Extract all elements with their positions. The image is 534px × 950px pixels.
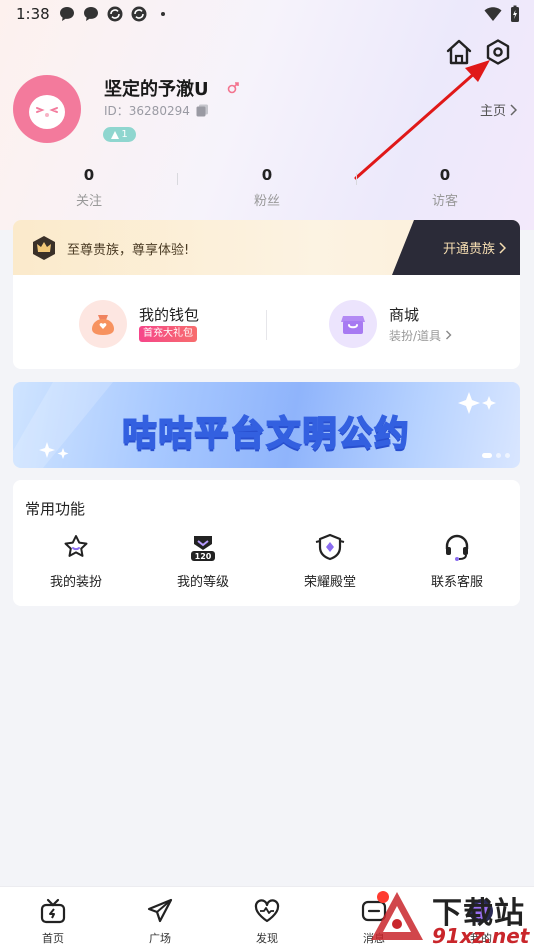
status-time: 1:38: [16, 5, 50, 23]
paper-plane-icon: [147, 898, 173, 923]
open-vip-label: 开通贵族: [442, 242, 495, 257]
vip-text: 至尊贵族，尊享体验!: [67, 243, 190, 258]
nav-label: 发现: [256, 932, 278, 945]
stat-visitors[interactable]: 0 访客: [395, 166, 495, 209]
stat-fans[interactable]: 0 粉丝: [217, 166, 317, 209]
chat-bubble-icon: [82, 5, 100, 23]
level-badge: 1: [103, 127, 136, 142]
watermark-emblem-icon: [371, 892, 423, 940]
following-count: 0: [83, 166, 95, 184]
visitors-label: 访客: [431, 194, 458, 209]
level-number: 1: [121, 129, 128, 140]
battery-icon: [510, 5, 520, 27]
convention-banner[interactable]: 咕咕平台文明公约: [13, 382, 520, 468]
svg-text:120: 120: [195, 552, 212, 561]
mall-title: 商城: [389, 306, 420, 324]
function-label: 联系客服: [430, 575, 483, 590]
chevron-right-icon: [499, 241, 506, 254]
nav-square[interactable]: 广场: [130, 897, 190, 946]
banner-title: 咕咕平台文明公约: [122, 413, 411, 455]
shop-icon: [329, 300, 377, 348]
watermark-url: 91xz.net: [432, 924, 530, 948]
function-honor-hall[interactable]: 荣耀殿堂: [275, 532, 385, 594]
wallet-title: 我的钱包: [139, 306, 200, 324]
chat-bubble-icon: [58, 5, 76, 23]
more-dot-icon: [154, 5, 172, 23]
card-divider: [266, 310, 267, 340]
function-label: 荣耀殿堂: [303, 575, 356, 590]
homepage-link[interactable]: 主页: [480, 100, 518, 119]
first-recharge-tag: 首充大礼包: [139, 326, 197, 342]
status-bar: 1:38: [0, 0, 534, 30]
settings-button[interactable]: [484, 38, 512, 66]
function-my-level[interactable]: 120 我的等级: [148, 532, 258, 594]
vip-banner[interactable]: 至尊贵族，尊享体验! 开通贵族: [13, 220, 520, 275]
stat-divider: [356, 173, 357, 185]
system-status: [484, 5, 520, 27]
carousel-dot: [505, 453, 510, 458]
homepage-label: 主页: [480, 104, 507, 119]
mall-entry[interactable]: 商城 装扮/道具: [329, 300, 519, 350]
chevron-right-icon: [510, 103, 518, 116]
tv-icon: [40, 898, 66, 924]
nav-home[interactable]: 首页: [23, 897, 83, 946]
stat-divider: [177, 173, 178, 185]
dress-star-icon: [64, 535, 88, 557]
function-my-dress[interactable]: 我的装扮: [21, 532, 131, 594]
nav-discover[interactable]: 发现: [237, 897, 297, 946]
notification-icons: [58, 5, 172, 23]
nav-label: 首页: [42, 932, 64, 945]
sync-icon: [106, 5, 124, 23]
wifi-icon: [484, 6, 502, 26]
sync-icon: [130, 5, 148, 23]
gender-badge-icon: [226, 80, 240, 94]
watermark-logo: 下载站 91xz.net: [360, 888, 534, 950]
vip-wallet-card: 至尊贵族，尊享体验! 开通贵族 我的钱包 首充大礼包 商城 装扮/道具: [13, 220, 520, 369]
honor-shield-icon: [315, 533, 345, 561]
mall-subtitle: 装扮/道具: [389, 329, 442, 343]
function-label: 我的等级: [176, 575, 229, 590]
carousel-dot-active: [482, 453, 492, 458]
fans-label: 粉丝: [253, 194, 280, 209]
fans-count: 0: [261, 166, 273, 184]
common-functions-card: 常用功能 我的装扮 120 我的等级 荣耀殿堂 联系客服: [13, 480, 520, 606]
visitors-count: 0: [439, 166, 451, 184]
following-label: 关注: [75, 194, 102, 209]
carousel-indicator: [482, 453, 510, 458]
headset-icon: [445, 534, 469, 561]
house-icon: [446, 39, 472, 65]
wallet-entry[interactable]: 我的钱包 首充大礼包: [79, 300, 279, 350]
chevron-right-icon: [445, 330, 452, 340]
crown-icon: [31, 235, 57, 261]
user-id: ID：36280294: [104, 104, 190, 118]
level-icon: [111, 130, 120, 139]
bird-avatar-icon: [29, 95, 65, 129]
gear-icon: [486, 39, 510, 65]
level-badge-icon: 120: [191, 536, 215, 561]
wallet-icon: [79, 300, 127, 348]
nav-label: 广场: [149, 932, 171, 945]
functions-title: 常用功能: [25, 500, 86, 518]
home-button[interactable]: [444, 38, 474, 66]
open-vip-button[interactable]: 开通贵族: [392, 220, 520, 275]
carousel-dot: [496, 453, 501, 458]
mall-subtitle-row: 装扮/道具: [389, 327, 452, 344]
stat-following[interactable]: 0 关注: [39, 166, 139, 209]
function-contact-service[interactable]: 联系客服: [402, 532, 512, 594]
avatar[interactable]: [13, 75, 81, 143]
username: 坚定的予澈U: [104, 79, 209, 100]
heartbeat-icon: [254, 899, 280, 923]
copy-icon[interactable]: [196, 102, 209, 117]
function-label: 我的装扮: [49, 575, 102, 590]
